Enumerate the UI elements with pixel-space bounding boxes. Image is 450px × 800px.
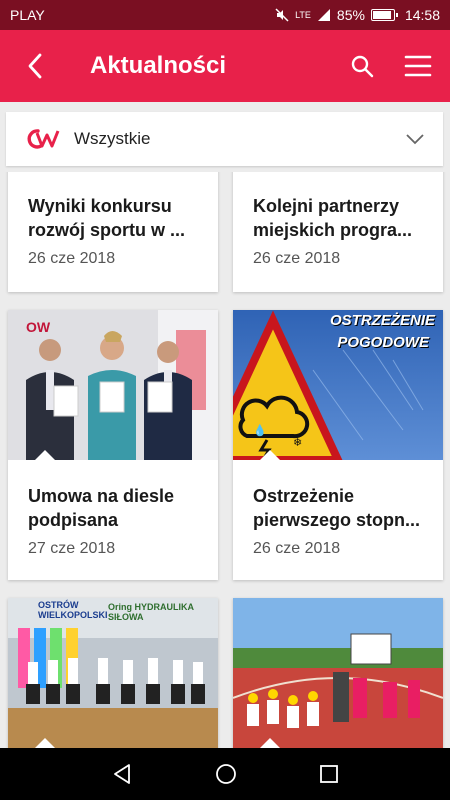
weather-banner-line1: OSTRZEŻENIE bbox=[329, 312, 435, 329]
news-title: Wyniki konkursu rozwój sportu w ... bbox=[28, 196, 185, 240]
news-date: 26 cze 2018 bbox=[253, 540, 341, 557]
back-button[interactable] bbox=[0, 30, 70, 102]
home-circle-icon[interactable] bbox=[215, 763, 237, 785]
search-icon bbox=[351, 55, 374, 78]
hamburger-menu-icon bbox=[404, 55, 432, 77]
news-date: 27 cze 2018 bbox=[28, 540, 116, 557]
svg-text:❄: ❄ bbox=[293, 437, 302, 449]
news-card[interactable]: Kolejni partnerzy miejskich progra... 26… bbox=[233, 172, 443, 292]
category-dropdown[interactable]: Wszystkie bbox=[6, 112, 443, 166]
svg-text:OW: OW bbox=[26, 319, 51, 335]
clock: 14:58 bbox=[404, 7, 440, 23]
category-label: Wszystkie bbox=[74, 129, 151, 148]
news-image-dance-hall: OSTRÓW WIELKOPOLSKI Oring HYDRAULIKA SIŁ… bbox=[8, 598, 218, 748]
news-card[interactable]: OSTRÓW WIELKOPOLSKI Oring HYDRAULIKA SIŁ… bbox=[8, 598, 218, 748]
news-card[interactable]: Wyniki konkursu rozwój sportu w ... 26 c… bbox=[8, 172, 218, 292]
search-button[interactable] bbox=[334, 30, 390, 102]
back-arrow-icon bbox=[28, 53, 42, 79]
news-title: Umowa na diesle podpisana bbox=[28, 486, 175, 530]
menu-button[interactable] bbox=[390, 30, 446, 102]
battery-icon bbox=[370, 9, 398, 21]
news-card[interactable]: OW Umowa na diesle podpisana 27 cze 2018 bbox=[8, 310, 218, 580]
news-title: Ostrzeżenie pierwszego stopn... bbox=[253, 486, 421, 530]
news-card[interactable] bbox=[233, 598, 443, 748]
network-label: LTE bbox=[295, 10, 311, 20]
news-date: 26 cze 2018 bbox=[28, 250, 116, 267]
mute-icon bbox=[275, 8, 289, 22]
recents-square-icon[interactable] bbox=[319, 764, 339, 784]
svg-text:💧: 💧 bbox=[253, 424, 267, 437]
ow-logo-icon bbox=[27, 129, 60, 149]
battery-percent: 85% bbox=[336, 7, 365, 23]
news-date: 26 cze 2018 bbox=[253, 250, 341, 267]
news-card[interactable]: 💧 ❄ OSTRZEŻENIE POGODOWE Ostrzeżenie pie… bbox=[233, 310, 443, 580]
news-title: Kolejni partnerzy miejskich progra... bbox=[253, 196, 413, 240]
app-bar: Aktualności bbox=[0, 30, 450, 102]
status-bar: PLAY LTE 85% 14:58 bbox=[0, 0, 450, 30]
system-nav-bar bbox=[0, 748, 450, 800]
chevron-down-icon bbox=[387, 133, 443, 145]
signal-icon bbox=[317, 9, 330, 21]
carrier-label: PLAY bbox=[10, 7, 45, 23]
weather-banner-line2: POGODOWE bbox=[337, 334, 429, 351]
back-triangle-icon[interactable] bbox=[111, 763, 133, 785]
page-title: Aktualności bbox=[90, 52, 227, 79]
news-feed[interactable]: Wyniki konkursu rozwój sportu w ... 26 c… bbox=[0, 172, 450, 748]
news-image-stadium bbox=[233, 598, 443, 748]
banner-text-oring: Oring HYDRAULIKA SIŁOWA bbox=[108, 602, 194, 622]
news-image-signing: OW bbox=[8, 310, 218, 460]
news-image-weather-warning: 💧 ❄ OSTRZEŻENIE POGODOWE bbox=[233, 310, 443, 460]
banner-text-ostrow: OSTRÓW WIELKOPOLSKI bbox=[38, 600, 108, 620]
